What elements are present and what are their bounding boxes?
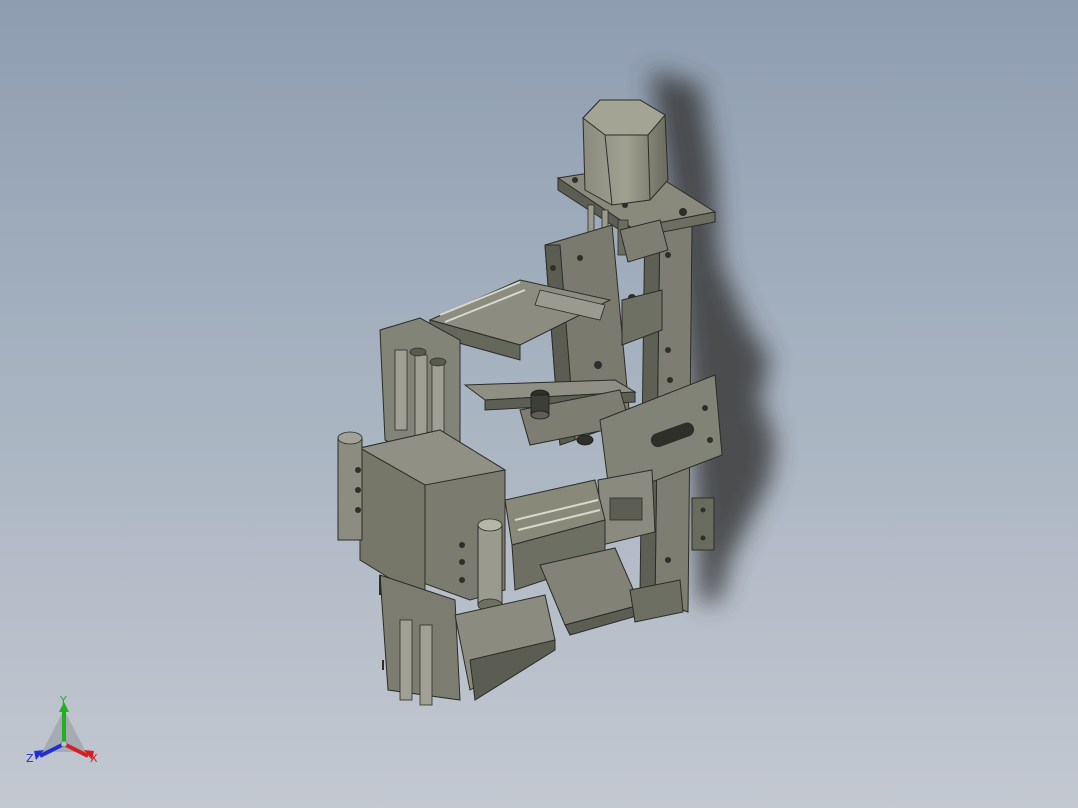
graphics-viewport[interactable]: Y X Z [0,0,1078,808]
stepper-motor[interactable] [582,99,669,206]
y-axis-label: Y [59,694,67,707]
suction-cup-2[interactable] [576,434,594,446]
triad-origin [60,740,68,748]
center-roller[interactable] [477,518,503,612]
side-bracket[interactable] [691,497,715,551]
z-axis-label: Z [26,752,34,765]
coordinate-triad[interactable]: Y X Z [22,694,108,774]
cad-assembly-model[interactable] [0,0,1078,808]
left-cylinder-post[interactable] [337,431,363,541]
x-axis-label: X [90,752,98,765]
mid-flange[interactable] [597,469,656,546]
suction-cup-1[interactable] [530,389,550,420]
